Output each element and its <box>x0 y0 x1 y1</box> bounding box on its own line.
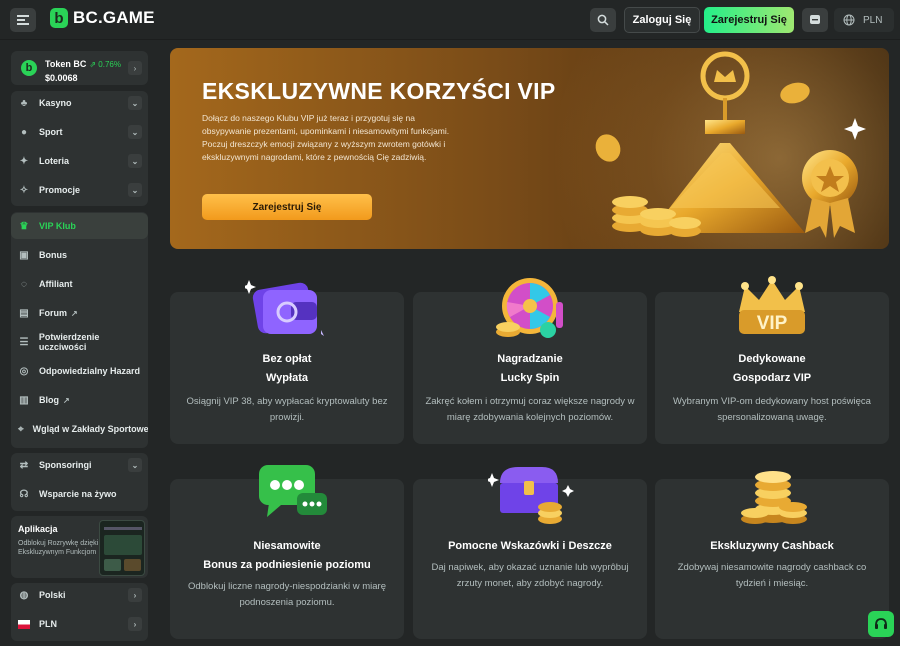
casino-icon: ♣ <box>20 97 28 109</box>
token-change: ⇗ 0.76% <box>89 59 121 69</box>
token-bc-icon: b <box>21 60 37 76</box>
hamburger-icon <box>17 15 29 25</box>
card-title-line1: Ekskluzywny Cashback <box>710 540 834 552</box>
chevron-down-icon[interactable]: ⌄ <box>128 154 142 168</box>
app-promo-card[interactable]: Aplikacja Odblokuj Rozrywkę dzięki Ekskl… <box>11 516 148 578</box>
headset-icon <box>875 618 887 629</box>
sidebar-item-sponsoring[interactable]: ⇄ Sponsoringi ⌄ <box>11 452 148 478</box>
register-button[interactable]: Zarejestruj Się <box>704 7 794 33</box>
poland-flag-icon <box>18 618 30 630</box>
sidebar-item-sport[interactable]: ● Sport ⌄ <box>11 119 148 145</box>
wallet-icon <box>245 280 324 336</box>
external-link-icon: ↗ <box>71 308 78 318</box>
login-button[interactable]: Zaloguj Się <box>624 7 700 33</box>
app-phone-image <box>99 520 145 576</box>
token-price: $0.0068 <box>45 72 78 83</box>
search-button[interactable] <box>590 8 616 32</box>
chevron-down-icon[interactable]: ⌄ <box>128 125 142 139</box>
sidebar: b Token BC ⇗ 0.76% $0.0068 › ♣ Kasyno ⌄ ● Sp… <box>0 40 160 646</box>
hero-title: EKSKLUZYWNE KORZYŚCI VIP <box>202 78 556 104</box>
card-title-line1: Nagradzanie <box>497 353 563 365</box>
sidebar-item-live-support[interactable]: ☊ Wsparcie na żywo <box>11 481 148 507</box>
hero-register-button[interactable]: Zarejestruj Się <box>202 194 372 220</box>
sidebar-item-vip-klub[interactable]: ♛ VIP Klub <box>11 213 148 239</box>
external-link-icon: ↗ <box>63 395 70 405</box>
chevron-right-icon: › <box>128 617 142 631</box>
crown-icon: ♛ <box>19 220 29 232</box>
vip-crown-icon: VIP <box>739 276 805 334</box>
card-title-line1: Dedykowane <box>738 353 806 365</box>
gold-coins-icon <box>741 471 807 524</box>
chevron-down-icon[interactable]: ⌄ <box>128 96 142 110</box>
card-description: Osiągnij VIP 38, aby wypłacać kryptowalu… <box>186 396 388 423</box>
card-description: Daj napiwek, aby okazać uznanie lub wypr… <box>431 562 629 589</box>
sidebar-item-loteria[interactable]: ✦ Loteria ⌄ <box>11 148 148 174</box>
fairness-icon: ☰ <box>19 336 29 348</box>
sidebar-item-bonus[interactable]: ▣ Bonus <box>11 242 148 268</box>
treasure-chest-icon <box>488 467 574 524</box>
sidebar-item-blog[interactable]: ▥ Blog ↗ <box>11 387 148 413</box>
language-currency-button[interactable]: PLN <box>834 8 894 32</box>
language-selector[interactable]: ◍ Polski › <box>11 582 148 608</box>
responsible-icon: ◎ <box>19 365 29 377</box>
sidebar-item-affiliant[interactable]: ◌ Affiliant <box>11 271 148 297</box>
gold-pyramid-illustration <box>595 51 866 238</box>
chat-icon <box>810 15 820 24</box>
hero-description: Dołącz do naszego Klubu VIP już teraz i … <box>202 113 450 162</box>
promo-icon: ✧ <box>19 184 29 196</box>
card-title-line2: Gospodarz VIP <box>732 372 812 384</box>
card-title-line1: Pomocne Wskazówki i Deszcze <box>448 540 612 552</box>
top-bar: b BC.GAME Zaloguj Się Zarejestruj Się PL… <box>0 0 900 40</box>
lucky-wheel-icon <box>496 278 563 338</box>
chevron-right-icon: › <box>128 61 142 75</box>
logo[interactable]: b BC.GAME <box>50 8 155 28</box>
card-title-line1: Niesamowite <box>253 540 321 552</box>
live-support-button[interactable] <box>868 611 894 637</box>
chevron-down-icon[interactable]: ⌄ <box>128 183 142 197</box>
currency-selector[interactable]: PLN › <box>11 611 148 637</box>
headset-icon: ☊ <box>19 488 29 500</box>
globe-icon <box>843 14 855 26</box>
card-title-line2: Bonus za podniesienie poziomu <box>203 559 371 571</box>
sidebar-item-forum[interactable]: ▤ Forum ↗ <box>11 300 148 326</box>
app-title: Aplikacja <box>18 524 58 534</box>
logo-text: BC.GAME <box>73 8 155 27</box>
sport-icon: ● <box>20 126 28 138</box>
currency-label: PLN <box>863 14 883 26</box>
card-description: Odblokuj liczne nagrody-niespodzianki w … <box>187 581 386 608</box>
search-icon <box>597 14 609 26</box>
sidebar-item-responsible-gambling[interactable]: ◎ Odpowiedzialny Hazard <box>11 358 148 384</box>
chat-bubbles-icon <box>259 465 327 517</box>
chevron-down-icon[interactable]: ⌄ <box>128 458 142 472</box>
insight-icon: ⌖ <box>18 423 24 435</box>
card-title-line1: Bez opłat <box>262 353 312 365</box>
token-name: Token BC <box>45 58 87 69</box>
logo-icon: b <box>50 8 68 28</box>
svg-text:VIP: VIP <box>757 313 788 334</box>
gift-icon: ▣ <box>19 249 29 261</box>
sidebar-item-fairness[interactable]: ☰ Potwierdzenie uczciwości <box>11 329 148 355</box>
card-description: Zakręć kołem i otrzymuj coraz większe na… <box>425 396 635 423</box>
vip-hero-banner: EKSKLUZYWNE KORZYŚCI VIP Dołącz do nasze… <box>170 48 889 249</box>
globe-icon: ◍ <box>19 589 29 601</box>
card-description: Zdobywaj niesamowite nagrody cashback co… <box>677 562 867 589</box>
app-description: Odblokuj Rozrywkę dzięki Ekskluzywnym Fu… <box>18 540 99 556</box>
handshake-icon: ⇄ <box>19 459 29 471</box>
card-description: Wybranym VIP-om dedykowany host poświęca… <box>673 396 871 423</box>
chevron-right-icon: › <box>128 588 142 602</box>
sidebar-item-promocje[interactable]: ✧ Promocje ⌄ <box>11 177 148 203</box>
sidebar-item-kasyno[interactable]: ♣ Kasyno ⌄ <box>11 90 148 116</box>
chat-button[interactable] <box>802 8 828 32</box>
card-title-line2: Wypłata <box>266 372 308 384</box>
sidebar-item-sports-insight[interactable]: ⌖ Wgląd w Zakłady Sportowe <box>11 416 148 442</box>
token-widget[interactable]: b Token BC ⇗ 0.76% $0.0068 › <box>11 51 148 85</box>
card-title-line2: Lucky Spin <box>500 372 560 384</box>
forum-icon: ▤ <box>19 307 29 319</box>
affiliate-icon: ◌ <box>21 278 27 290</box>
menu-toggle-button[interactable] <box>10 8 36 32</box>
blog-icon: ▥ <box>19 394 29 406</box>
lottery-icon: ✦ <box>19 155 29 167</box>
